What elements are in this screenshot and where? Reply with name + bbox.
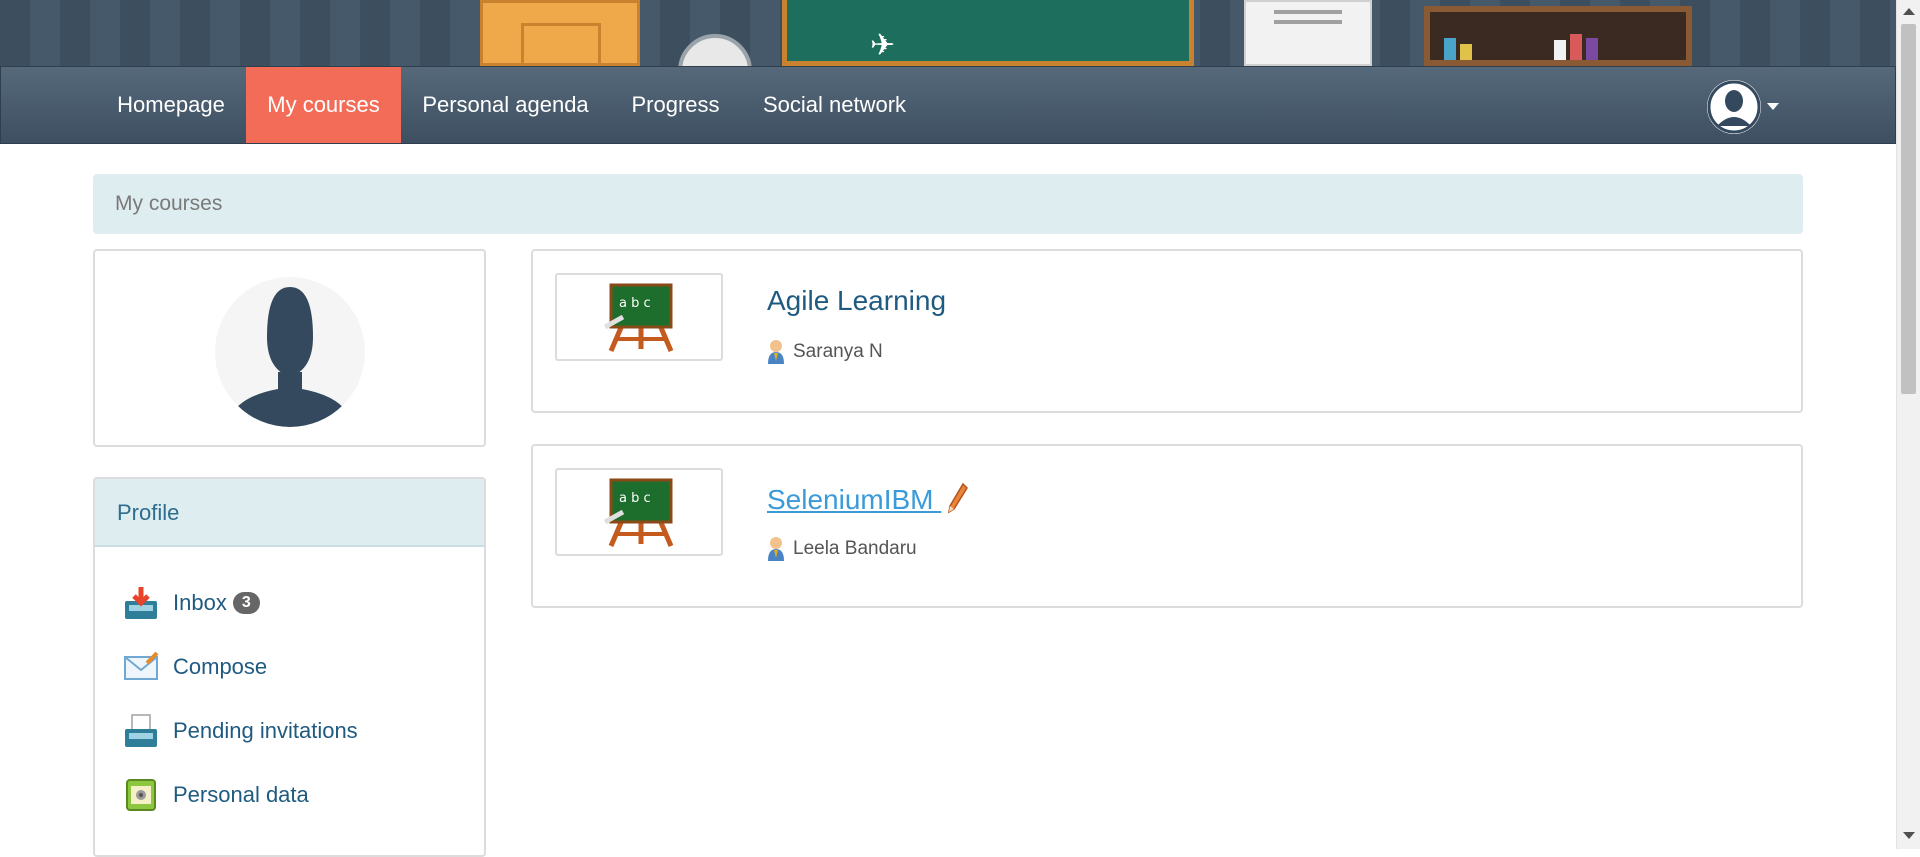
profile-panel-title: Profile	[95, 479, 484, 547]
banner-paper-illustration	[1244, 0, 1372, 66]
compose-icon	[123, 649, 159, 685]
teacher-name[interactable]: Leela Bandaru	[793, 538, 917, 560]
course-thumbnail[interactable]: a b c	[555, 273, 723, 361]
banner-clock-illustration	[678, 34, 752, 66]
personal-data-icon	[123, 777, 159, 813]
user-card	[93, 249, 486, 447]
user-menu-caret-icon[interactable]	[1767, 103, 1779, 110]
inbox-icon	[123, 585, 159, 621]
course-teacher: Leela Bandaru	[767, 536, 917, 562]
nav-item-homepage[interactable]: Homepage	[95, 67, 247, 143]
course-card-seleniumibm: a b c SeleniumIBM Leela Bandaru	[531, 444, 1803, 608]
course-title-text[interactable]: SeleniumIBM	[767, 484, 934, 515]
course-title[interactable]: Agile Learning	[767, 285, 946, 317]
profile-item-pending-invitations[interactable]: Pending invitations	[123, 711, 358, 751]
nav-item-personal-agenda[interactable]: Personal agenda	[401, 67, 610, 143]
nav-item-my-courses[interactable]: My courses	[246, 67, 401, 143]
breadcrumb: My courses	[93, 174, 1803, 234]
inbox-count-badge: 3	[232, 592, 260, 614]
teacher-icon	[767, 536, 785, 562]
pending-invitations-label: Pending invitations	[173, 718, 358, 743]
banner-chalkboard-illustration	[782, 0, 1194, 66]
svg-text:a b c: a b c	[619, 296, 651, 311]
profile-avatar[interactable]	[215, 277, 365, 427]
nav-item-social-network[interactable]: Social network	[741, 67, 928, 143]
scrollbar-thumb[interactable]	[1901, 24, 1916, 394]
profile-item-personal-data[interactable]: Personal data	[123, 775, 309, 815]
profile-item-compose[interactable]: Compose	[123, 647, 267, 687]
scroll-up-arrow-icon[interactable]	[1903, 8, 1915, 15]
scroll-down-arrow-icon[interactable]	[1903, 832, 1915, 839]
user-avatar-icon	[1707, 80, 1761, 134]
invitations-icon	[123, 713, 159, 749]
inbox-label: Inbox	[173, 590, 227, 615]
banner-door-illustration	[480, 0, 640, 66]
paper-plane-icon: ✈	[870, 29, 896, 62]
blackboard-icon: a b c	[603, 478, 674, 547]
nav-item-progress[interactable]: Progress	[610, 67, 741, 143]
personal-data-label: Personal data	[173, 782, 309, 807]
profile-panel: Profile Inbox 3 Compose Pending invitati…	[93, 477, 486, 857]
edit-pencil-icon[interactable]	[947, 482, 969, 521]
course-thumbnail[interactable]: a b c	[555, 468, 723, 556]
profile-item-inbox[interactable]: Inbox 3	[123, 583, 260, 623]
course-teacher: Saranya N	[767, 339, 883, 365]
banner-bookshelf-illustration	[1424, 6, 1692, 66]
main-navbar: Homepage My courses Personal agenda Prog…	[0, 66, 1896, 144]
course-title-link[interactable]: SeleniumIBM	[767, 482, 969, 521]
teacher-icon	[767, 339, 785, 365]
user-menu-avatar[interactable]	[1707, 80, 1761, 134]
blackboard-icon: a b c	[603, 283, 674, 352]
teacher-name[interactable]: Saranya N	[793, 341, 883, 363]
svg-text:a b c: a b c	[619, 491, 651, 506]
user-silhouette-icon	[215, 277, 365, 427]
header-banner: ✈	[0, 0, 1896, 66]
page-scrollbar[interactable]	[1896, 0, 1920, 849]
course-card-agile-learning: a b c Agile Learning Saranya N	[531, 249, 1803, 413]
compose-label: Compose	[173, 654, 268, 679]
